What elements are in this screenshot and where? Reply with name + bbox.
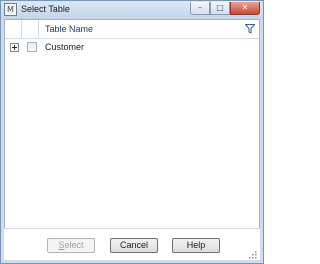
column-header-table-name[interactable]: Table Name (45, 24, 93, 34)
select-label-rest: elect (64, 240, 84, 250)
header-expand-column (5, 20, 22, 38)
maximize-button[interactable]: □ (210, 2, 230, 15)
title-bar[interactable]: M Select Table – □ ✕ (1, 1, 263, 19)
resize-grip-icon[interactable] (249, 251, 257, 259)
minimize-button[interactable]: – (190, 2, 210, 15)
funnel-icon[interactable] (245, 24, 255, 34)
table-row[interactable]: Customer (5, 39, 259, 56)
expand-plus-icon[interactable] (10, 43, 19, 52)
cancel-button[interactable]: Cancel (110, 238, 158, 253)
window-title: Select Table (21, 4, 70, 14)
close-button[interactable]: ✕ (230, 2, 260, 15)
help-button[interactable]: Help (172, 238, 220, 253)
row-label: Customer (45, 42, 85, 52)
app-icon: M (4, 3, 17, 16)
select-button[interactable]: Select (47, 238, 95, 253)
table-grid: Table Name Customer (4, 19, 260, 260)
grid-header: Table Name (5, 20, 259, 39)
row-checkbox[interactable] (27, 42, 37, 52)
button-bar: Select Cancel Help (4, 228, 260, 260)
header-check-column (22, 20, 39, 38)
select-table-dialog: M Select Table – □ ✕ Table Name Customer… (0, 0, 264, 264)
